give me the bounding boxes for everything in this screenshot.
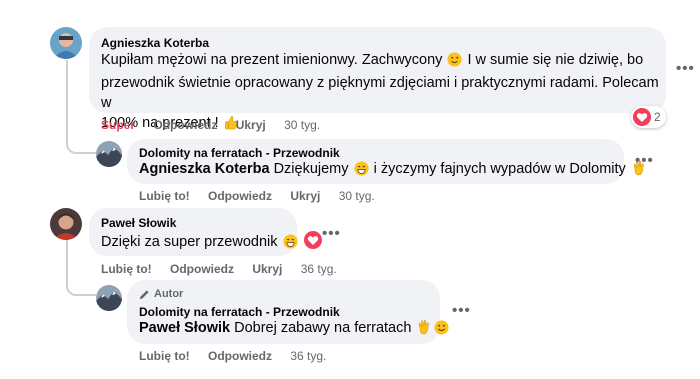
more-options-button[interactable]: ••• bbox=[322, 226, 341, 241]
reply-button[interactable]: Odpowiedz bbox=[153, 118, 217, 132]
mention-link[interactable]: Paweł Słowik bbox=[139, 320, 230, 336]
avatar[interactable] bbox=[96, 141, 122, 167]
reply-button[interactable]: Odpowiedz bbox=[208, 189, 272, 203]
hide-button[interactable]: Ukryj bbox=[290, 189, 320, 203]
comment-text-line: I w sumie się nie dziwię, bo bbox=[467, 52, 644, 68]
author-badge-label: Autor bbox=[154, 288, 184, 300]
author-badge: Autor bbox=[139, 288, 183, 300]
comment-author[interactable]: Dolomity na ferratach - Przewodnik bbox=[139, 146, 340, 160]
more-options-button[interactable]: ••• bbox=[635, 153, 654, 168]
comment-actions: Lubię to! Odpowiedz Ukryj 30 tyg. bbox=[139, 189, 390, 203]
comment-actions: Lubię to! Odpowiedz 36 tyg. bbox=[139, 349, 341, 363]
more-options-button[interactable]: ••• bbox=[676, 61, 695, 76]
hide-button[interactable]: Ukryj bbox=[236, 118, 266, 132]
comment-time[interactable]: 30 tyg. bbox=[339, 189, 375, 203]
avatar[interactable] bbox=[50, 208, 82, 240]
grin-emoji-icon bbox=[283, 234, 298, 255]
comment-actions: Super Odpowiedz Ukryj 30 tyg. bbox=[101, 118, 335, 132]
grin-emoji-icon bbox=[354, 161, 369, 182]
comment-text: Agnieszka Koterba Dziękujemy i życzymy f… bbox=[139, 159, 644, 182]
more-options-button[interactable]: ••• bbox=[452, 303, 471, 318]
reply-button[interactable]: Odpowiedz bbox=[170, 262, 234, 276]
waving-hand-emoji-icon bbox=[416, 319, 432, 341]
like-button[interactable]: Lubię to! bbox=[139, 189, 190, 203]
like-button[interactable]: Lubię to! bbox=[101, 262, 152, 276]
reaction-count: 2 bbox=[654, 110, 661, 124]
comment-author[interactable]: Agnieszka Koterba bbox=[101, 36, 209, 50]
pencil-icon bbox=[139, 289, 149, 299]
comment-text-line: Dziękujemy bbox=[273, 161, 349, 177]
comment-time[interactable]: 36 tyg. bbox=[301, 262, 337, 276]
comment-text-line: Kupiłam mężowi na prezent imienionwy. Za… bbox=[101, 52, 443, 68]
comment-text-line: Dobrej zabawy na ferratach bbox=[234, 320, 412, 336]
reply-button[interactable]: Odpowiedz bbox=[208, 349, 272, 363]
comment-text: Paweł Słowik Dobrej zabawy na ferratach bbox=[139, 318, 450, 341]
reaction-count-badge[interactable]: 2 bbox=[631, 106, 666, 128]
mention-link[interactable]: Agnieszka Koterba bbox=[139, 161, 270, 177]
like-button[interactable]: Lubię to! bbox=[139, 349, 190, 363]
comment-text: Dzięki za super przewodnik bbox=[101, 231, 323, 255]
comment-author[interactable]: Paweł Słowik bbox=[101, 216, 176, 230]
comment-time[interactable]: 30 tyg. bbox=[284, 118, 320, 132]
reaction-button[interactable]: Super bbox=[101, 118, 135, 132]
comment-time[interactable]: 36 tyg. bbox=[290, 349, 326, 363]
heart-reaction-icon bbox=[633, 108, 651, 126]
avatar[interactable] bbox=[96, 285, 122, 311]
comment-text-line: przewodnik świetnie opracowany z pięknym… bbox=[101, 75, 659, 111]
comment-author[interactable]: Dolomity na ferratach - Przewodnik bbox=[139, 305, 340, 319]
wink-emoji-icon bbox=[447, 52, 462, 73]
heart-reaction-icon[interactable] bbox=[303, 231, 322, 255]
comment-actions: Lubię to! Odpowiedz Ukryj 36 tyg. bbox=[101, 262, 352, 276]
smile-emoji-icon bbox=[434, 320, 449, 341]
comment-text-line: Dzięki za super przewodnik bbox=[101, 234, 278, 250]
avatar[interactable] bbox=[50, 27, 82, 59]
comment-text-line: i życzymy fajnych wypadów w Dolomity bbox=[373, 161, 626, 177]
hide-button[interactable]: Ukryj bbox=[252, 262, 282, 276]
